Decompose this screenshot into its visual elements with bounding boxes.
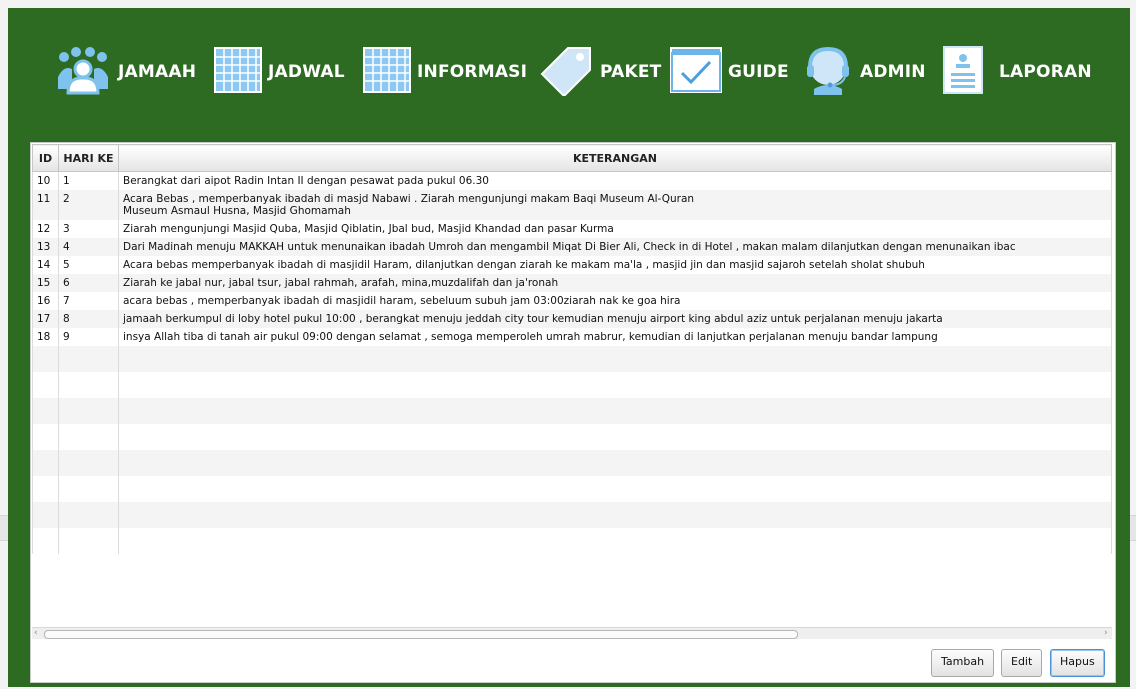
schedule-table: ID HARI KE KETERANGAN 10 1 Berangkat dar… [32, 144, 1112, 554]
nav-label: PAKET [600, 62, 662, 82]
document-icon [943, 45, 983, 99]
cell-id: 18 [32, 328, 59, 346]
cell-keterangan: Berangkat dari aipot Radin Intan II deng… [118, 171, 1112, 190]
empty-row [32, 424, 1112, 450]
cell-keterangan: Ziarah mengunjungi Masjid Quba, Masjid Q… [118, 220, 1112, 238]
table-row[interactable]: 18 9 insya Allah tiba di tanah air pukul… [32, 328, 1112, 346]
cell-keterangan-line1: Acara Bebas , memperbanyak ibadah di mas… [123, 193, 695, 205]
tambah-button[interactable]: Tambah [931, 649, 995, 677]
cell-hari: 6 [58, 274, 119, 292]
cell-keterangan: Acara Bebas , memperbanyak ibadah di mas… [118, 190, 1112, 220]
users-icon [54, 45, 112, 100]
empty-row [32, 450, 1112, 476]
nav-item-jadwal[interactable]: JADWAL [214, 44, 345, 100]
cell-keterangan: jamaah berkumpul di loby hotel pukul 10:… [118, 310, 1112, 328]
cell-id: 15 [32, 274, 59, 292]
horizontal-scrollbar[interactable]: ‹ › [32, 627, 1112, 639]
table-row[interactable]: 15 6 Ziarah ke jabal nur, jabal tsur, ja… [32, 274, 1112, 292]
cell-hari: 8 [58, 310, 119, 328]
cell-keterangan: Acara bebas memperbanyak ibadah di masji… [118, 256, 1112, 274]
cell-hari: 4 [58, 238, 119, 256]
empty-row [32, 346, 1112, 372]
table-row[interactable]: 17 8 jamaah berkumpul di loby hotel puku… [32, 310, 1112, 328]
cell-id: 14 [32, 256, 59, 274]
cell-hari: 9 [58, 328, 119, 346]
nav-item-informasi[interactable]: INFORMASI [363, 44, 527, 100]
calendar-grid-icon [214, 46, 262, 98]
edit-button[interactable]: Edit [1001, 649, 1043, 677]
nav-label: ADMIN [860, 62, 926, 82]
table-row[interactable]: 10 1 Berangkat dari aipot Radin Intan II… [32, 171, 1112, 190]
schedule-table-container: ID HARI KE KETERANGAN 10 1 Berangkat dar… [32, 144, 1112, 624]
scroll-right-icon[interactable]: › [1104, 628, 1108, 639]
cell-hari: 1 [58, 171, 119, 190]
empty-row [32, 502, 1112, 528]
table-row[interactable]: 11 2 Acara Bebas , memperbanyak ibadah d… [32, 190, 1112, 220]
table-row[interactable]: 13 4 Dari Madinah menuju MAKKAH untuk me… [32, 238, 1112, 256]
nav-item-guide[interactable]: GUIDE [670, 44, 789, 100]
scroll-left-icon[interactable]: ‹ [34, 628, 38, 639]
table-row[interactable]: 12 3 Ziarah mengunjungi Masjid Quba, Mas… [32, 220, 1112, 238]
headset-icon [802, 45, 854, 100]
cell-hari: 5 [58, 256, 119, 274]
cell-id: 12 [32, 220, 59, 238]
empty-row [32, 528, 1112, 554]
nav-label: INFORMASI [417, 62, 528, 82]
nav-label: JADWAL [268, 62, 345, 82]
cell-keterangan: acara bebas , memperbanyak ibadah di mas… [118, 292, 1112, 310]
nav-label: GUIDE [728, 62, 789, 82]
hapus-button[interactable]: Hapus [1050, 649, 1105, 677]
checkbox-icon [670, 46, 722, 98]
cell-keterangan-line2: Museum Asmaul Husna, Masjid Ghomamah [123, 205, 351, 217]
schedule-panel: ID HARI KE KETERANGAN 10 1 Berangkat dar… [30, 142, 1116, 683]
cell-hari: 2 [58, 190, 119, 220]
cell-id: 13 [32, 238, 59, 256]
nav-item-laporan[interactable]: LAPORAN [943, 44, 1092, 100]
calendar-grid-icon [363, 46, 411, 98]
cell-keterangan: Dari Madinah menuju MAKKAH untuk menunai… [118, 238, 1112, 256]
cell-hari: 3 [58, 220, 119, 238]
tag-icon [538, 44, 594, 101]
top-navigation: JAMAAH JADWAL INFORMASI PAKET GUIDE ADMI… [8, 8, 1130, 140]
nav-item-admin[interactable]: ADMIN [802, 44, 926, 100]
cell-id: 17 [32, 310, 59, 328]
column-header-hari-ke[interactable]: HARI KE [58, 144, 119, 172]
table-row[interactable]: 14 5 Acara bebas memperbanyak ibadah di … [32, 256, 1112, 274]
scrollbar-thumb[interactable] [44, 630, 798, 639]
nav-item-paket[interactable]: PAKET [538, 44, 661, 100]
cell-id: 16 [32, 292, 59, 310]
nav-label: JAMAAH [118, 62, 197, 82]
cell-keterangan: Ziarah ke jabal nur, jabal tsur, jabal r… [118, 274, 1112, 292]
empty-row [32, 372, 1112, 398]
cell-hari: 7 [58, 292, 119, 310]
cell-keterangan: insya Allah tiba di tanah air pukul 09:0… [118, 328, 1112, 346]
cell-id: 11 [32, 190, 59, 220]
cell-id: 10 [32, 171, 59, 190]
column-header-id[interactable]: ID [32, 144, 59, 172]
column-header-keterangan[interactable]: KETERANGAN [118, 144, 1112, 172]
empty-row [32, 476, 1112, 502]
table-row[interactable]: 16 7 acara bebas , memperbanyak ibadah d… [32, 292, 1112, 310]
nav-item-jamaah[interactable]: JAMAAH [54, 44, 196, 100]
nav-label: LAPORAN [999, 62, 1092, 82]
empty-row [32, 398, 1112, 424]
